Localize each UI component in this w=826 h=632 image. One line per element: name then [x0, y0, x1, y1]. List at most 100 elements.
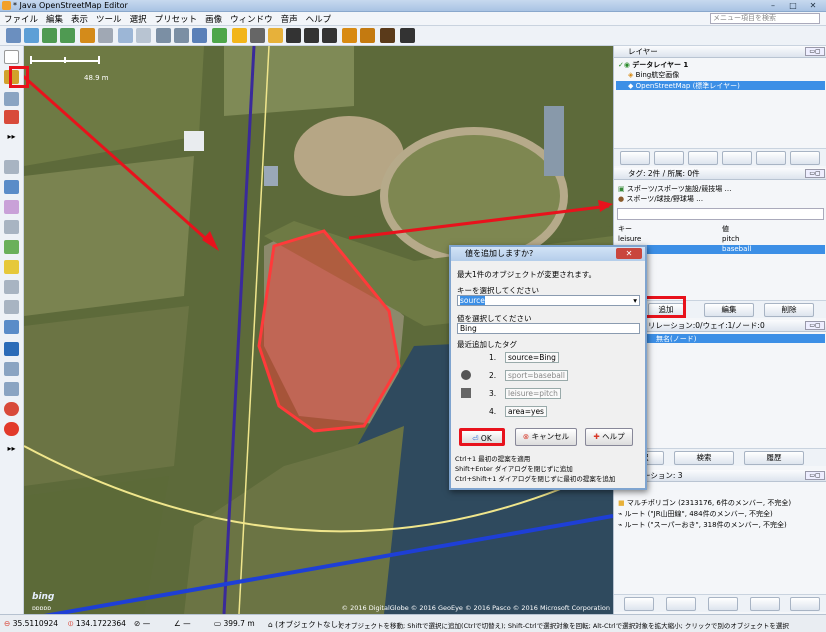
menu-help[interactable]: ヘルプ [302, 12, 336, 26]
key-select[interactable]: source ▾ [457, 295, 640, 306]
dialog-close-button[interactable]: ✕ [616, 248, 642, 259]
tag-row-selected[interactable]: sportbaseball [616, 245, 825, 254]
preset-item[interactable]: ▣ スポーツ/スポーツ施設/競技場 … [618, 184, 732, 193]
preset-food-icon[interactable] [360, 28, 375, 43]
expand-icon[interactable]: ▸▸ [4, 130, 19, 144]
relation-dup-button[interactable] [708, 597, 738, 611]
recent-tag-button[interactable]: area=yes [505, 406, 547, 417]
panel-detach-button[interactable]: ▭▢ [805, 47, 825, 56]
relation-item[interactable]: ⌁ ルート ("JR山田線", 484件のメンバー, 不完全) [618, 509, 773, 518]
minimize-button[interactable]: – [764, 1, 782, 10]
layer-visible-icon[interactable]: ◈ [628, 71, 636, 79]
preset-hand-icon[interactable] [286, 28, 301, 43]
select-mode-icon[interactable] [4, 50, 19, 64]
menu-tools[interactable]: ツール [92, 12, 126, 26]
preset-amenity-icon[interactable] [342, 28, 357, 43]
conflict-icon[interactable] [4, 402, 19, 416]
redo-icon[interactable] [98, 28, 113, 43]
panel-detach-button[interactable]: ▭▢ [805, 321, 825, 330]
preset-shop-icon[interactable] [380, 28, 395, 43]
tool-7-icon[interactable] [4, 280, 19, 294]
layer-visible-icon[interactable]: ✓◉ [618, 61, 632, 69]
layers-panel-header[interactable]: レイヤー ▭▢ [614, 46, 826, 58]
history-icon[interactable] [4, 382, 19, 396]
tag-col-value[interactable]: 値 [722, 224, 729, 233]
history-button[interactable]: 履歴 [744, 451, 804, 465]
move-down-button[interactable] [654, 151, 684, 165]
tool-6-icon[interactable] [4, 260, 19, 274]
layer-settings-button[interactable] [722, 151, 752, 165]
undo-icon[interactable] [80, 28, 95, 43]
maximize-button[interactable]: □ [784, 1, 802, 10]
expand-more-icon[interactable]: ▸▸ [4, 442, 19, 456]
tool-4-icon[interactable] [4, 220, 19, 234]
menu-search-input[interactable]: メニュー項目を検索 [710, 13, 820, 24]
menu-window[interactable]: ウィンドウ [226, 12, 277, 26]
edit-tag-button[interactable]: 編集 [704, 303, 754, 317]
recent-tag-button[interactable]: sport=baseball [505, 370, 568, 381]
relation-new-button[interactable] [624, 597, 654, 611]
tool-8-icon[interactable] [4, 300, 19, 314]
preset-sport-icon[interactable] [268, 28, 283, 43]
tag-filter-input[interactable] [617, 208, 824, 220]
tag-col-key[interactable]: キー [618, 224, 632, 233]
cancel-button[interactable]: ⊗ キャンセル [515, 428, 577, 446]
recent-tag-button[interactable]: source=Bing [505, 352, 559, 363]
layer-item-bing[interactable]: ◈ Bing航空画像 [628, 70, 679, 79]
move-up-button[interactable] [620, 151, 650, 165]
filter-icon[interactable] [4, 362, 19, 376]
zoom-icon[interactable] [118, 28, 133, 43]
help-button[interactable]: ✚ ヘルプ [585, 428, 633, 446]
preset-bus-icon[interactable] [322, 28, 337, 43]
open-file-icon[interactable] [6, 28, 21, 43]
notes-icon[interactable] [4, 422, 19, 436]
relation-delete-button[interactable] [750, 597, 780, 611]
search-button[interactable]: 検索 [674, 451, 734, 465]
merge-layer-button[interactable] [756, 151, 786, 165]
menu-audio[interactable]: 音声 [277, 12, 302, 26]
tags-panel-header[interactable]: タグ: 2件 / 所属: 0件 ▭▢ [614, 168, 826, 180]
tool-5-icon[interactable] [4, 240, 19, 254]
save-icon[interactable] [24, 28, 39, 43]
relation-item[interactable]: ⌁ ルート ("スーパーおき", 318件のメンバー, 不完全) [618, 520, 787, 529]
relation-item[interactable]: ■ マルチポリゴン (2313176, 6件のメンバー, 不完全) [618, 498, 791, 507]
preset-item[interactable]: ● スポーツ/球技/野球場 … [618, 194, 703, 203]
preset-barrier-icon[interactable] [250, 28, 265, 43]
refresh-icon[interactable] [192, 28, 207, 43]
zoom-mode-icon[interactable] [4, 92, 19, 106]
menu-selection[interactable]: 選択 [126, 12, 151, 26]
menu-view[interactable]: 表示 [67, 12, 92, 26]
menu-imagery[interactable]: 画像 [201, 12, 226, 26]
relation-edit-button[interactable] [666, 597, 696, 611]
tool-3-icon[interactable] [4, 200, 19, 214]
tag-row[interactable]: leisure pitch [618, 235, 823, 244]
panel-detach-button[interactable]: ▭▢ [805, 169, 825, 178]
delete-tag-button[interactable]: 削除 [764, 303, 814, 317]
menu-presets[interactable]: プリセット [151, 12, 202, 26]
preferences-icon[interactable] [136, 28, 151, 43]
panel-detach-button[interactable]: ▭▢ [805, 471, 825, 480]
tool-1-icon[interactable] [4, 160, 19, 174]
menu-file[interactable]: ファイル [0, 12, 42, 26]
tool-9-icon[interactable] [4, 320, 19, 334]
wireframe-icon[interactable] [174, 28, 189, 43]
relation-select-button[interactable] [790, 597, 820, 611]
download-icon[interactable] [42, 28, 57, 43]
tool-2-icon[interactable] [4, 180, 19, 194]
recent-tag-button[interactable]: leisure=pitch [505, 388, 561, 399]
tools-icon[interactable] [156, 28, 171, 43]
activate-layer-button[interactable] [688, 151, 718, 165]
delete-layer-button[interactable] [790, 151, 820, 165]
preset-landuse-icon[interactable] [212, 28, 227, 43]
upload-icon[interactable] [60, 28, 75, 43]
delete-mode-icon[interactable] [4, 110, 19, 124]
menu-edit[interactable]: 編集 [42, 12, 67, 26]
value-input[interactable]: Bing [457, 323, 640, 334]
close-window-button[interactable]: ✕ [804, 1, 822, 10]
preset-misc-icon[interactable] [400, 28, 415, 43]
chevron-down-icon[interactable]: ▾ [633, 296, 637, 305]
validate-icon[interactable] [4, 342, 19, 356]
layer-item-data[interactable]: ✓◉ データレイヤー 1 [618, 60, 688, 69]
preset-building-icon[interactable] [232, 28, 247, 43]
preset-car-icon[interactable] [304, 28, 319, 43]
